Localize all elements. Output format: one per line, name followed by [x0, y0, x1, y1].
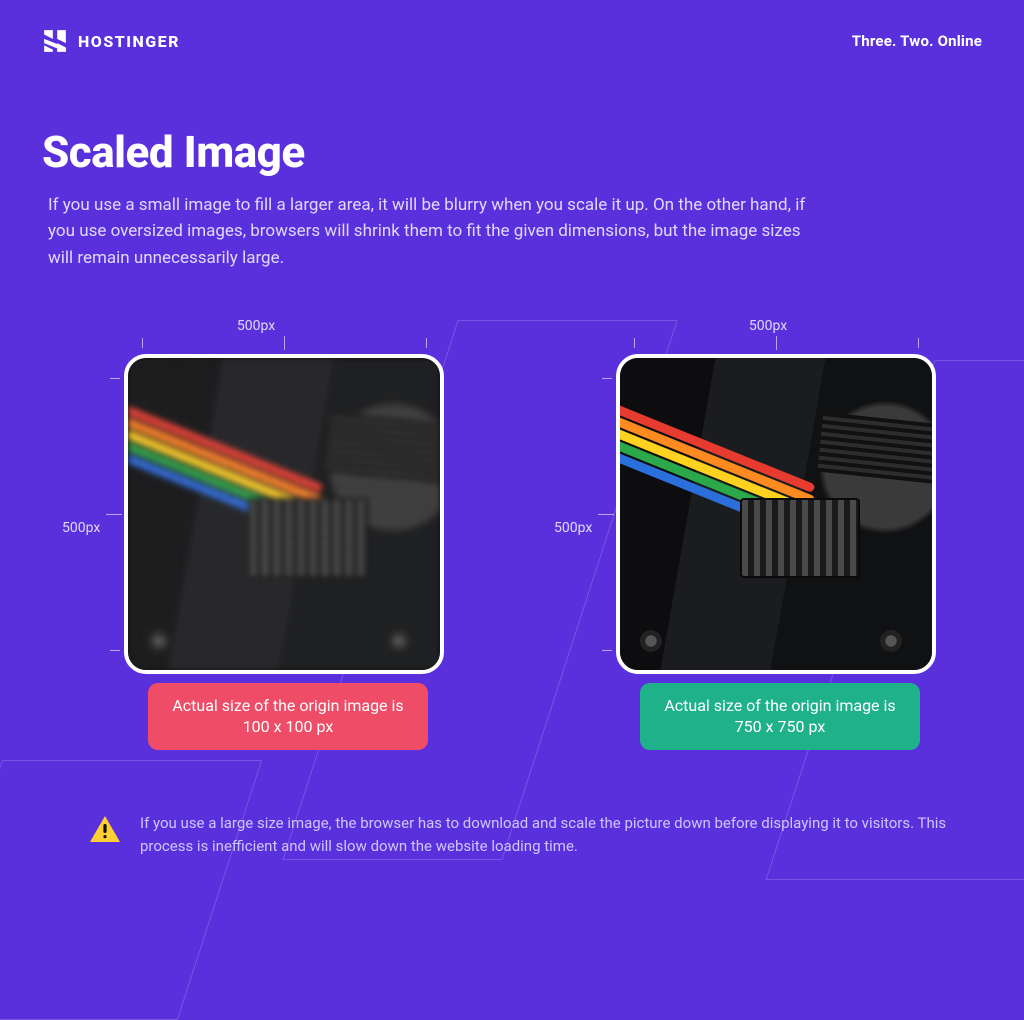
ruler-tick	[142, 338, 143, 348]
warning-icon	[90, 816, 120, 842]
image-detail	[248, 498, 368, 578]
image-detail	[128, 402, 324, 493]
ruler-tick	[918, 338, 919, 348]
image-detail	[325, 412, 440, 484]
image-frame-blurry	[124, 354, 444, 674]
caption-upscaled: Actual size of the origin image is 100 x…	[148, 683, 428, 750]
ruler-tick	[106, 514, 122, 515]
warning-text: If you use a large size image, the brows…	[140, 812, 988, 859]
image-detail	[148, 630, 170, 652]
ruler-tick	[598, 514, 614, 515]
bg-shape	[0, 760, 262, 1020]
image-detail	[388, 630, 410, 652]
ruler-tick	[776, 336, 777, 350]
comparison-panels: 500px 500px Actual size of the origin im…	[0, 318, 1024, 738]
image-detail	[128, 438, 314, 525]
ruler-tick	[110, 378, 120, 379]
image-detail	[880, 630, 902, 652]
ruler-tick	[634, 338, 635, 348]
dimension-width-label: 500px	[237, 318, 275, 334]
brand-name: HOSTINGER	[78, 32, 180, 51]
image-detail	[817, 412, 932, 484]
dimension-width-label: 500px	[749, 318, 787, 334]
hostinger-logo-icon	[42, 28, 68, 54]
image-detail	[128, 414, 324, 505]
dimension-height-label: 500px	[554, 520, 592, 536]
hardware-image	[620, 358, 932, 670]
ruler-tick	[602, 378, 612, 379]
tagline: Three. Two. Online	[852, 32, 982, 50]
image-detail	[128, 426, 319, 515]
panel-downscaled: 500px 500px Actual size of the origin im…	[512, 318, 1024, 738]
image-detail	[128, 450, 310, 535]
brand-logo: HOSTINGER	[42, 28, 180, 54]
image-detail	[740, 498, 860, 578]
header: HOSTINGER Three. Two. Online	[42, 28, 982, 54]
page-title: Scaled Image	[42, 126, 305, 178]
ruler-tick	[426, 338, 427, 348]
warning-bar: If you use a large size image, the brows…	[90, 812, 988, 859]
ruler-tick	[110, 650, 120, 651]
caption-downscaled: Actual size of the origin image is 750 x…	[640, 683, 920, 750]
image-detail	[640, 630, 662, 652]
panel-upscaled: 500px 500px Actual size of the origin im…	[0, 318, 512, 738]
image-frame-sharp	[616, 354, 936, 674]
page-body: If you use a small image to fill a large…	[48, 192, 808, 271]
ruler-tick	[602, 650, 612, 651]
hardware-image	[128, 358, 440, 670]
ruler-tick	[284, 336, 285, 350]
dimension-height-label: 500px	[62, 520, 100, 536]
